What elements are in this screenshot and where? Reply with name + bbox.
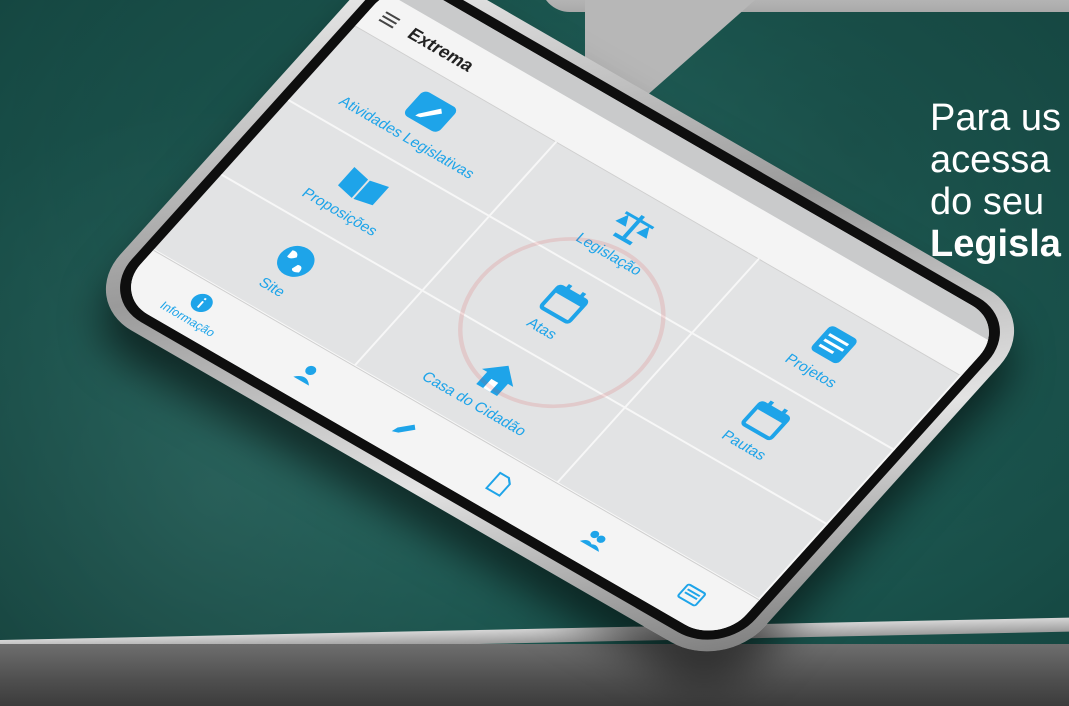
smartphone: Extrema Atividades Legislativas Legislaç… (79, 0, 1041, 673)
nav-user[interactable] (289, 358, 326, 388)
nav-users[interactable] (577, 524, 614, 554)
nav-document[interactable] (481, 469, 518, 499)
phone-frame: Extrema Atividades Legislativas Legislaç… (79, 0, 1041, 673)
pencil-icon (391, 424, 416, 433)
users-icon (579, 530, 606, 552)
phone-screen: Extrema Atividades Legislativas Legislaç… (113, 0, 1007, 645)
tile-label: Site (254, 274, 289, 301)
document-icon (485, 471, 512, 498)
nav-news[interactable] (673, 580, 710, 610)
newspaper-icon (677, 583, 706, 607)
hamburger-menu-icon[interactable] (378, 11, 401, 29)
nav-edit[interactable] (385, 414, 422, 444)
user-icon (293, 365, 317, 386)
table-surface (0, 644, 1069, 706)
